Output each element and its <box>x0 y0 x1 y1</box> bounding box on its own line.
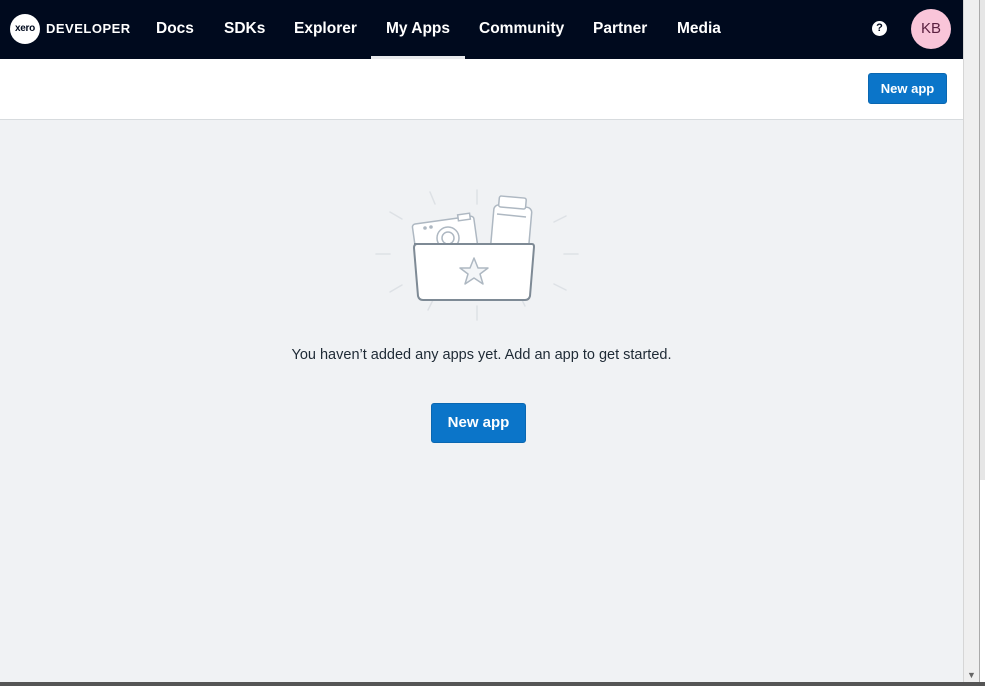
background-window-panel <box>980 0 985 480</box>
nav-item-community[interactable]: Community <box>479 0 564 59</box>
app-window: xero DEVELOPER Docs SDKs Explorer My App… <box>0 0 963 686</box>
vertical-scrollbar[interactable]: ▼ <box>963 0 979 686</box>
nav-item-docs[interactable]: Docs <box>156 0 194 59</box>
scroll-down-arrow-icon[interactable]: ▼ <box>967 670 976 680</box>
xero-logo-icon[interactable]: xero <box>10 14 40 44</box>
new-app-button[interactable]: New app <box>431 403 526 443</box>
top-navigation: xero DEVELOPER Docs SDKs Explorer My App… <box>0 0 963 59</box>
nav-item-partner[interactable]: Partner <box>593 0 647 59</box>
taskbar-edge <box>0 682 985 686</box>
new-app-button-header[interactable]: New app <box>868 73 947 104</box>
empty-state-message: You haven’t added any apps yet. Add an a… <box>291 347 672 363</box>
nav-item-sdks[interactable]: SDKs <box>224 0 265 59</box>
developer-logo-text[interactable]: DEVELOPER <box>46 21 131 36</box>
help-icon[interactable]: ? <box>872 21 887 36</box>
nav-item-media[interactable]: Media <box>677 0 721 59</box>
nav-item-my-apps[interactable]: My Apps <box>370 0 466 59</box>
nav-item-explorer[interactable]: Explorer <box>294 0 357 59</box>
page-subheader: New app <box>0 59 963 120</box>
avatar[interactable]: KB <box>911 9 951 49</box>
background-window-edge <box>979 0 985 686</box>
empty-apps-illustration-icon <box>375 189 579 321</box>
